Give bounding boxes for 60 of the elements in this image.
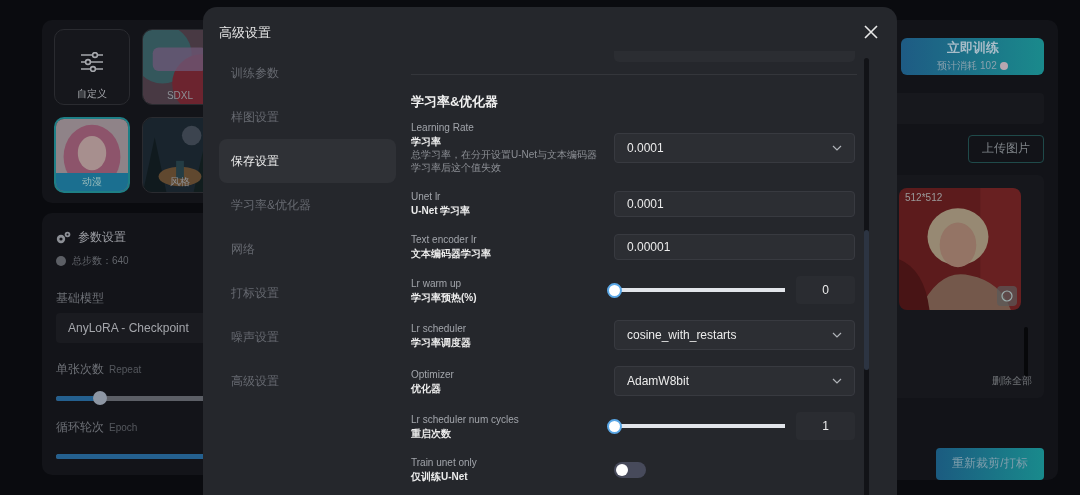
panel-title: 参数设置 [78,229,126,246]
field-label: 单张次数 [56,361,104,378]
number-field[interactable]: 1 [796,412,855,440]
recrop-button[interactable]: 重新裁剪/打标 [936,448,1044,480]
field-label: 基础模型 [56,290,105,307]
scrollbar[interactable] [864,58,869,495]
setting-label: Lr scheduler num cycles [411,412,520,427]
field-hint: Repeat [109,364,142,375]
section-heading: 学习率&优化器 [411,93,500,111]
preset-card[interactable]: 自定义 [54,29,130,105]
info-icon [56,256,66,266]
setting-sublabel: 文本编码器学习率 [411,247,492,260]
setting-label: Text encoder lr [411,233,478,247]
field-hint: Epoch [109,422,138,433]
caret-icon [832,332,842,338]
preset-label: SDXL [165,90,195,101]
setting-description: 总学习率，在分开设置U-Net与文本编码器学习率后这个值失效 [411,148,599,174]
caret-icon [832,144,842,151]
image-size: 512*512 [905,191,943,203]
nav-item[interactable]: 学习率&优化器 [219,183,396,227]
total-steps: 总步数：640 [72,254,129,268]
input-field[interactable]: 0.00001 [614,233,855,260]
nav-item[interactable]: 训练参数 [219,51,396,95]
dropdown[interactable]: AdamW8bit [614,366,855,396]
setting-label: Unet lr [411,190,442,204]
delete-all-link[interactable]: 删除全部 [992,374,1032,388]
input-field[interactable]: 0.0001 [614,190,855,217]
setting-sublabel: 重启次数 [411,426,452,440]
caret-icon [832,378,842,384]
number-field[interactable]: 0 [796,276,855,304]
setting-label: Optimizer [411,367,455,382]
setting-sublabel: 仅训练U-Net [411,470,469,483]
setting-sublabel: 学习率调度器 [411,335,472,349]
field-label: 循环轮次 [56,419,104,436]
setting-sublabel: 学习率预热(%) [411,290,478,304]
dropdown[interactable]: 0.0001 [614,132,855,163]
dropdown[interactable]: cosine_with_restarts [614,320,855,350]
gears-icon [56,231,71,244]
train-button[interactable]: 立即训练 预计消耗 102 [901,38,1044,75]
nav-item[interactable]: 网络 [219,227,396,271]
preset-label: 风格 [169,175,191,189]
setting-sublabel: 优化器 [411,381,442,395]
close-icon[interactable] [864,25,878,39]
nav-item[interactable]: 保存设置 [219,139,396,183]
toggle-switch[interactable] [614,461,646,478]
upload-button[interactable]: 上传图片 [968,134,1044,163]
slider-thumb[interactable] [607,418,622,434]
setting-label: Learning Rate [411,121,475,135]
setting-label: Train unet only [411,456,478,470]
preset-label: 自定义 [76,87,108,101]
slider-thumb[interactable] [93,391,107,405]
dialog-title: 高级设置 [219,24,271,42]
setting-label: Lr warm up [411,276,462,291]
slider-thumb[interactable] [607,282,622,298]
setting-label: Lr scheduler [411,321,468,336]
setting-sublabel: 学习率 [411,135,442,148]
preset-card[interactable]: 动漫 [54,117,130,193]
sliders-icon [80,52,104,72]
preset-label: 动漫 [56,173,128,191]
setting-sublabel: U-Net 学习率 [411,204,472,217]
